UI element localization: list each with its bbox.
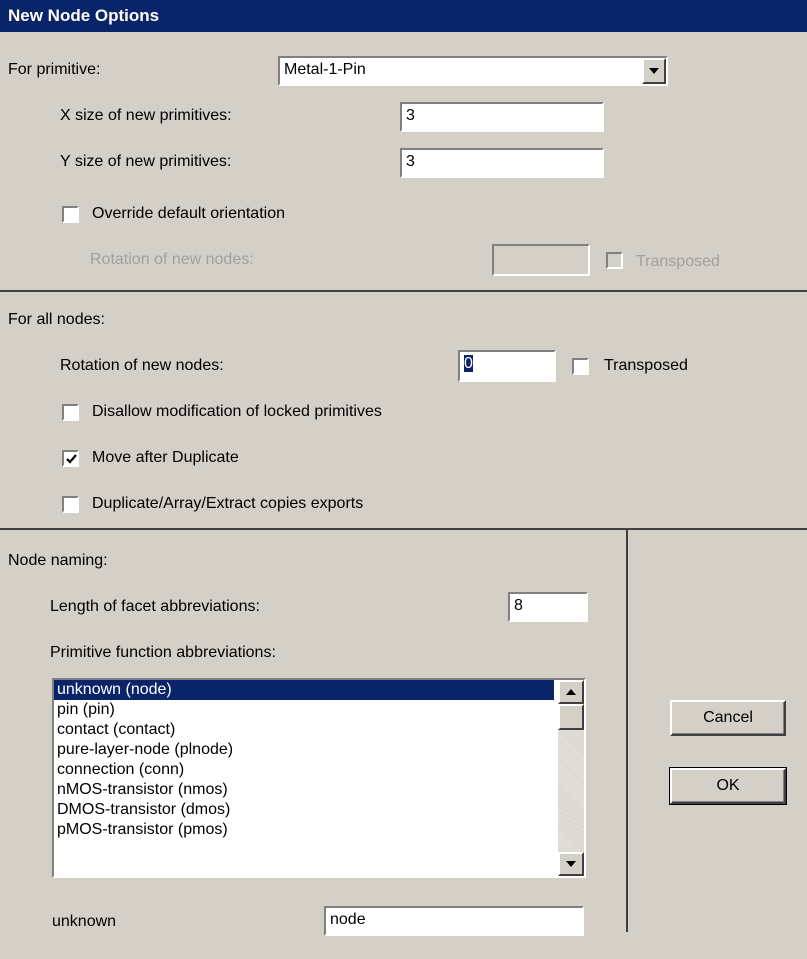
primitive-rotation-input: [492, 244, 590, 276]
cancel-button[interactable]: Cancel: [670, 700, 786, 736]
move-after-duplicate-label: Move after Duplicate: [92, 449, 239, 466]
facet-abbrev-input[interactable]: 8: [508, 592, 588, 622]
list-item[interactable]: pin (pin): [54, 700, 554, 720]
arrow-up-icon: [566, 689, 576, 695]
for-all-nodes-label: For all nodes:: [8, 311, 105, 328]
list-item[interactable]: DMOS-transistor (dmos): [54, 800, 554, 820]
primitive-select-value: Metal-1-Pin: [284, 61, 366, 78]
for-primitive-label: For primitive:: [8, 61, 101, 78]
checkmark-icon: [66, 454, 77, 464]
scroll-down-button[interactable]: [558, 852, 584, 876]
all-rotation-input[interactable]: 0: [458, 350, 556, 382]
primitive-rotation-label: Rotation of new nodes:: [90, 251, 254, 268]
x-size-label: X size of new primitives:: [60, 107, 232, 124]
override-orientation-checkbox[interactable]: [62, 206, 79, 223]
scroll-thumb[interactable]: [558, 704, 584, 730]
arrow-down-icon: [566, 861, 576, 867]
scroll-up-button[interactable]: [558, 680, 584, 704]
divider-1: [0, 290, 807, 292]
list-item[interactable]: unknown (node): [54, 680, 554, 700]
all-transposed-label: Transposed: [604, 357, 688, 374]
divider-2: [0, 528, 807, 530]
list-item[interactable]: pure-layer-node (plnode): [54, 740, 554, 760]
chevron-down-icon[interactable]: [642, 58, 666, 84]
window-title: New Node Options: [0, 0, 807, 32]
ok-button[interactable]: OK: [669, 767, 787, 805]
divider-vertical: [626, 530, 628, 932]
all-rotation-label: Rotation of new nodes:: [60, 357, 224, 374]
duplicate-copies-exports-label: Duplicate/Array/Extract copies exports: [92, 495, 364, 512]
all-transposed-checkbox[interactable]: [572, 358, 589, 375]
abbrev-edit-label: unknown: [52, 913, 117, 930]
primitive-transposed-checkbox: [606, 252, 623, 269]
node-naming-label: Node naming:: [8, 552, 108, 569]
y-size-input[interactable]: 3: [400, 148, 604, 178]
func-abbrev-list[interactable]: unknown (node) pin (pin) contact (contac…: [52, 678, 586, 878]
primitive-transposed-label: Transposed: [636, 253, 720, 270]
list-item[interactable]: pMOS-transistor (pmos): [54, 820, 554, 840]
disallow-locked-label: Disallow modification of locked primitiv…: [92, 403, 382, 420]
list-scrollbar[interactable]: [558, 680, 584, 876]
disallow-locked-checkbox[interactable]: [62, 404, 79, 421]
abbrev-edit-input[interactable]: node: [324, 906, 584, 936]
x-size-input[interactable]: 3: [400, 102, 604, 132]
primitive-select[interactable]: Metal-1-Pin: [278, 56, 668, 86]
list-item[interactable]: nMOS-transistor (nmos): [54, 780, 554, 800]
override-orientation-label: Override default orientation: [92, 205, 285, 222]
all-rotation-value: 0: [464, 355, 473, 372]
y-size-label: Y size of new primitives:: [60, 153, 232, 170]
func-abbrev-label: Primitive function abbreviations:: [50, 644, 276, 661]
facet-abbrev-label: Length of facet abbreviations:: [50, 598, 260, 615]
move-after-duplicate-checkbox[interactable]: [62, 450, 79, 467]
list-item[interactable]: contact (contact): [54, 720, 554, 740]
list-item[interactable]: connection (conn): [54, 760, 554, 780]
duplicate-copies-exports-checkbox[interactable]: [62, 496, 79, 513]
